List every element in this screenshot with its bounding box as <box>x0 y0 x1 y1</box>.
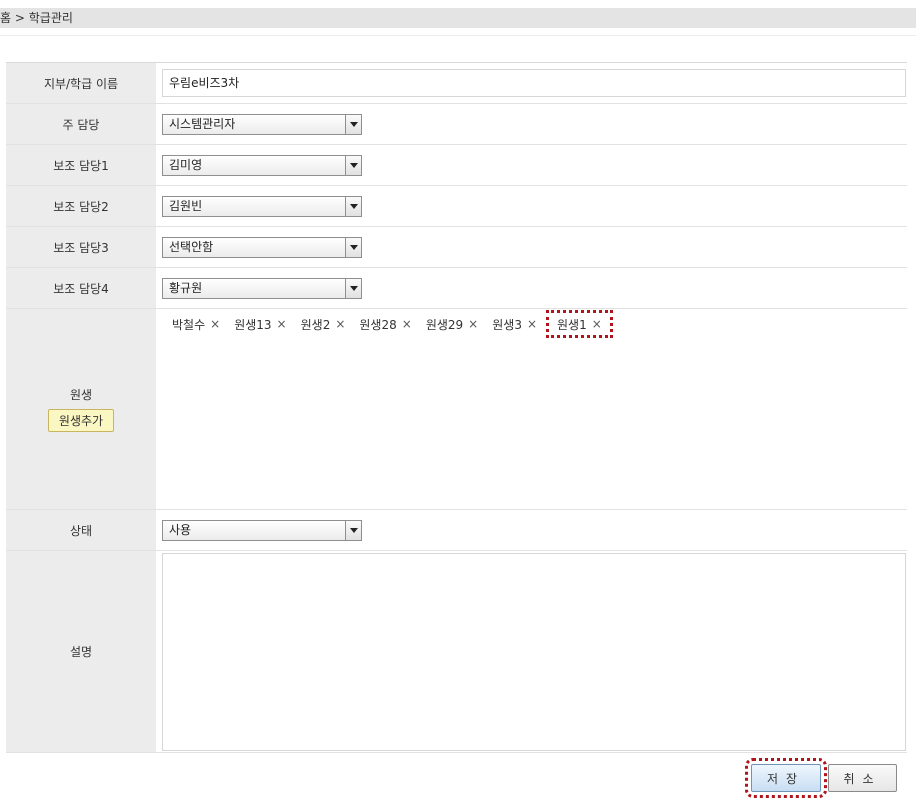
student-name: 원생29 <box>425 317 464 332</box>
name-label: 지부/학급 이름 <box>6 63 156 103</box>
sub-manager2-value: 김원빈 <box>169 198 203 213</box>
student-chip: 박철수 × <box>172 315 220 333</box>
students-label-cell: 원생 원생추가 <box>6 309 156 509</box>
breadcrumb: 홈 > 학급관리 <box>0 8 916 28</box>
main-manager-select[interactable]: 시스템관리자 <box>162 113 362 135</box>
sub-manager2-select[interactable]: 김원빈 <box>162 195 362 217</box>
row-sub-manager4: 보조 담당4 황규원 <box>6 268 907 309</box>
status-label: 상태 <box>6 510 156 550</box>
row-description: 설명 <box>6 551 907 753</box>
student-name: 원생2 <box>300 317 331 332</box>
close-icon[interactable]: × <box>210 317 220 331</box>
student-list: 박철수 × 원생13 × 원생2 × 원생28 × 원생29 × 원생3 × 원생1 × <box>156 309 907 509</box>
sub-manager3-label: 보조 담당3 <box>6 227 156 267</box>
sub-manager4-value: 황규원 <box>169 280 203 295</box>
close-icon[interactable]: × <box>527 317 537 331</box>
row-sub-manager2: 보조 담당2 김원빈 <box>6 186 907 227</box>
student-name: 원생1 <box>557 317 587 332</box>
sub-manager1-label: 보조 담당1 <box>6 145 156 185</box>
close-icon[interactable]: × <box>468 317 478 331</box>
divider <box>0 35 916 36</box>
breadcrumb-separator: > <box>14 11 25 25</box>
close-icon[interactable]: × <box>335 317 345 331</box>
breadcrumb-home[interactable]: 홈 <box>0 11 11 25</box>
breadcrumb-current: 학급관리 <box>28 11 73 25</box>
students-label: 원생 <box>69 388 93 402</box>
chevron-down-icon[interactable] <box>345 237 361 257</box>
student-chip: 원생13 × <box>234 315 286 333</box>
description-textarea[interactable] <box>162 553 906 751</box>
status-select[interactable]: 사용 <box>162 519 362 541</box>
cancel-button[interactable]: 취소 <box>828 764 897 792</box>
chevron-down-icon[interactable] <box>345 114 361 134</box>
class-form: 지부/학급 이름 우림e비즈3차 주 담당 시스템관리자 보조 담당1 김미영 … <box>6 62 907 753</box>
save-button[interactable]: 저장 <box>745 758 827 798</box>
row-sub-manager3: 보조 담당3 선택안함 <box>6 227 907 268</box>
student-name: 원생28 <box>359 317 397 332</box>
add-student-button[interactable]: 원생추가 <box>47 409 115 432</box>
close-icon[interactable]: × <box>277 317 287 331</box>
chevron-down-icon[interactable] <box>345 155 361 175</box>
student-chip-selected: 원생1 × <box>546 310 613 338</box>
chevron-down-icon[interactable] <box>345 278 361 298</box>
sub-manager3-value: 선택안함 <box>169 239 214 254</box>
student-name: 원생3 <box>492 317 522 332</box>
chevron-down-icon[interactable] <box>345 196 361 216</box>
student-name: 원생13 <box>234 317 272 332</box>
sub-manager4-label: 보조 담당4 <box>6 268 156 308</box>
sub-manager4-select[interactable]: 황규원 <box>162 277 362 299</box>
row-main-manager: 주 담당 시스템관리자 <box>6 104 907 145</box>
close-icon[interactable]: × <box>402 317 412 331</box>
sub-manager3-select[interactable]: 선택안함 <box>162 236 362 258</box>
student-chip: 원생29 × <box>426 315 478 333</box>
chevron-down-icon[interactable] <box>345 520 361 540</box>
close-icon[interactable]: × <box>592 317 602 331</box>
sub-manager2-label: 보조 담당2 <box>6 186 156 226</box>
student-chip: 원생28 × <box>359 315 411 333</box>
row-status: 상태 사용 <box>6 510 907 551</box>
description-label: 설명 <box>6 551 156 752</box>
name-input[interactable]: 우림e비즈3차 <box>162 69 906 97</box>
sub-manager1-value: 김미영 <box>169 157 203 172</box>
main-manager-label: 주 담당 <box>6 104 156 144</box>
row-sub-manager1: 보조 담당1 김미영 <box>6 145 907 186</box>
student-chip: 원생3 × <box>492 315 537 333</box>
row-students: 원생 원생추가 박철수 × 원생13 × 원생2 × 원생28 × 원생29 × 원생3 ×… <box>6 309 907 510</box>
main-manager-value: 시스템관리자 <box>169 116 236 131</box>
student-name: 박철수 <box>172 317 206 332</box>
student-chip: 원생2 × <box>301 315 346 333</box>
row-name: 지부/학급 이름 우림e비즈3차 <box>6 63 907 104</box>
status-value: 사용 <box>169 522 192 537</box>
sub-manager1-select[interactable]: 김미영 <box>162 154 362 176</box>
